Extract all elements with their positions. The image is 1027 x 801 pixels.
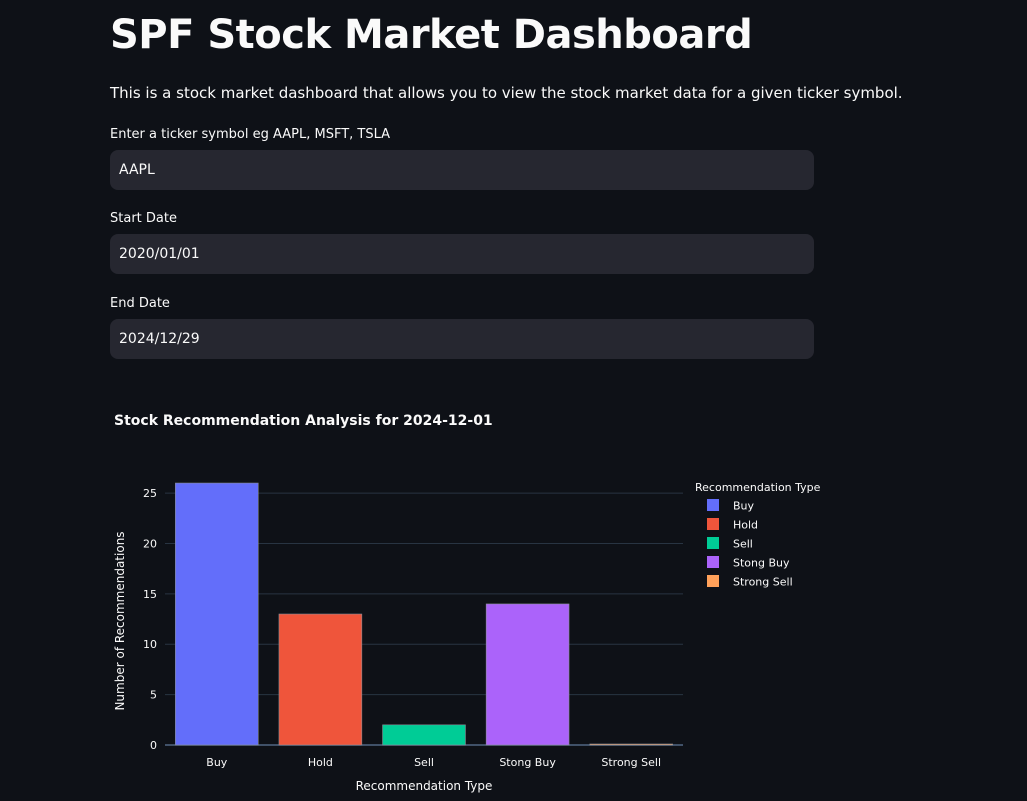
y-tick-label: 25 [143,487,157,500]
bar-buy[interactable] [175,482,259,746]
page-intro: This is a stock market dashboard that al… [110,84,903,102]
recommendation-chart[interactable]: Stock Recommendation Analysis for 2024-1… [110,398,822,797]
end-date-input[interactable] [110,319,814,359]
bar-sell[interactable] [382,724,466,746]
legend-item-label[interactable]: Strong Sell [733,576,793,589]
legend-swatch [707,537,719,549]
y-tick-label: 0 [150,739,157,752]
bar-hold[interactable] [278,613,363,746]
y-tick-label: 15 [143,588,157,601]
x-tick-label: Strong Sell [601,756,661,769]
y-axis-ticks: 0 5 10 15 20 25 [143,487,157,752]
legend-swatch [707,518,719,530]
legend-item-label[interactable]: Stong Buy [733,557,790,570]
y-tick-label: 5 [150,689,157,702]
bar-strong-sell[interactable] [589,743,673,746]
chart-title: Stock Recommendation Analysis for 2024-1… [114,413,493,429]
end-date-label: End Date [110,296,170,311]
y-tick-label: 10 [143,638,157,651]
x-axis-label: Recommendation Type [356,779,493,793]
ticker-label: Enter a ticker symbol eg AAPL, MSFT, TSL… [110,127,391,142]
chart-legend[interactable]: Recommendation Type Buy Hold Sell Stong Buy… [695,481,821,589]
x-tick-label: Stong Buy [499,756,556,769]
legend-swatch [707,499,719,511]
x-tick-label: Sell [414,756,434,769]
y-axis-label: Number of Recommendations [113,531,127,710]
start-date-label: Start Date [110,211,177,226]
x-axis-ticks: Buy Hold Sell Stong Buy Strong Sell [206,756,661,769]
legend-item-label[interactable]: Sell [733,538,753,551]
recommendation-chart-svg[interactable]: Stock Recommendation Analysis for 2024-1… [110,398,822,797]
legend-item-label[interactable]: Buy [733,500,755,513]
page-title: SPF Stock Market Dashboard [110,12,753,58]
legend-title: Recommendation Type [695,481,821,494]
chart-bars[interactable] [175,482,673,746]
legend-swatch [707,556,719,568]
ticker-input[interactable] [110,150,814,190]
start-date-input[interactable] [110,234,814,274]
x-tick-label: Buy [206,756,228,769]
legend-item-label[interactable]: Hold [733,519,758,532]
y-tick-label: 20 [143,537,157,550]
bar-stong-buy[interactable] [485,603,570,746]
legend-swatch [707,575,719,587]
x-tick-label: Hold [308,756,333,769]
